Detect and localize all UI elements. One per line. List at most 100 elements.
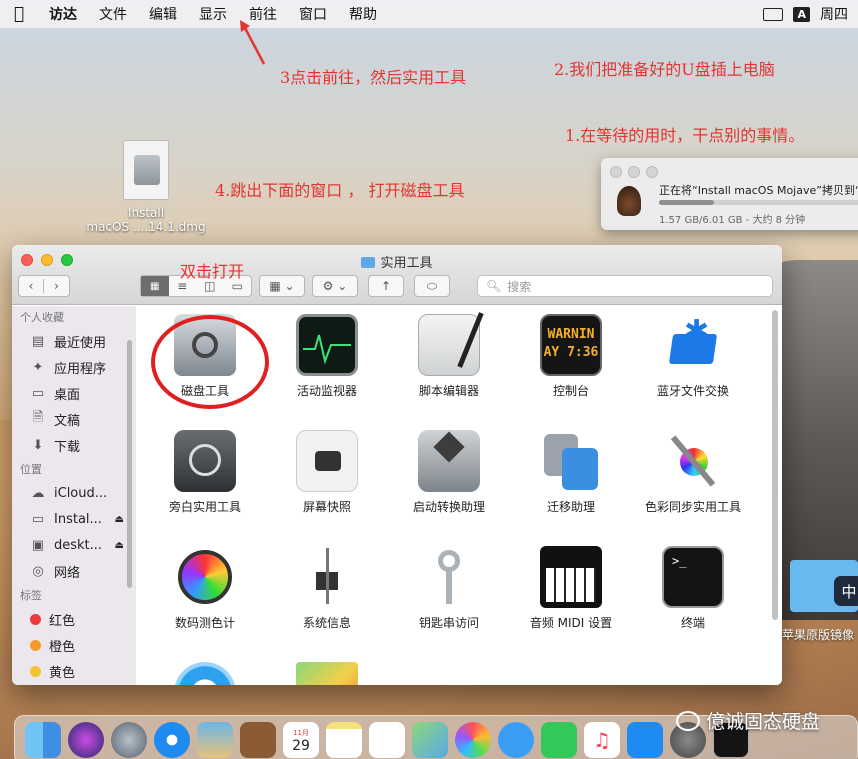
sidebar-tag-yellow[interactable]: 黄色	[12, 658, 136, 684]
console-text: AY 7:36	[543, 345, 599, 360]
dmg-label-line1: Install	[127, 206, 165, 220]
icon-view-icon[interactable]: ▦	[141, 276, 169, 296]
desktop-icon: ▭	[31, 385, 45, 401]
tag-dot-icon	[30, 665, 41, 677]
finder-dock-icon[interactable]	[25, 722, 61, 758]
keychain-icon	[418, 546, 480, 608]
app-bluetooth-file-exchange[interactable]: ✱ 蓝牙文件交换	[632, 314, 754, 399]
desktop-dmg-file[interactable]: Install macOS ....14.1.dmg	[86, 140, 206, 234]
app-voiceover-utility[interactable]: 旁白实用工具	[144, 430, 266, 515]
app-boot-camp-assistant[interactable]: 启动转换助理	[388, 430, 510, 515]
eject-icon[interactable]: ⏏	[115, 514, 124, 525]
annotation-circle	[151, 315, 269, 409]
photos-eagle-icon[interactable]	[197, 722, 233, 758]
search-field[interactable]: 🔍︎ 搜索	[477, 275, 773, 297]
action-button[interactable]: ⚙ ⌄	[312, 275, 358, 297]
dmg-file-icon	[123, 140, 169, 200]
app-partial-grapher[interactable]	[266, 662, 388, 685]
ime-badge[interactable]: 中	[834, 576, 858, 606]
recents-icon: ▤	[31, 333, 45, 349]
sidebar-item-recents[interactable]: ▤ 最近使用	[12, 328, 136, 354]
wechat-icon	[676, 710, 700, 731]
eject-icon[interactable]: ⏏	[115, 540, 124, 551]
back-forward-control[interactable]: ‹ ›	[18, 275, 70, 297]
app-partial-wifi[interactable]	[144, 662, 266, 685]
app-migration-assistant[interactable]: 迁移助理	[510, 430, 632, 515]
annotation-step3: 3点击前往，然后实用工具	[280, 68, 467, 87]
copy-progress-status: 1.57 GB/6.01 GB - 大约 8 分钟	[659, 215, 806, 226]
annotation-double-click: 双击打开	[180, 262, 245, 281]
app-label: 色彩同步实用工具	[644, 500, 741, 514]
app-label: 迁移助理	[546, 500, 595, 514]
gear-icon: ⚙ ⌄	[322, 279, 348, 293]
menu-edit[interactable]: 编辑	[138, 4, 188, 24]
annotation-step4: 4.跳出下面的窗口 ， 打开磁盘工具	[215, 181, 465, 200]
facetime-icon[interactable]	[541, 722, 577, 758]
reminders-icon[interactable]	[369, 722, 405, 758]
app-terminal[interactable]: >_ 终端	[632, 546, 754, 631]
back-icon[interactable]: ‹	[19, 279, 45, 293]
sidebar-item-install-volume[interactable]: ▭ Instal... ⏏	[12, 506, 136, 532]
migration-assistant-icon	[540, 430, 602, 492]
app-audio-midi-setup[interactable]: 音频 MIDI 设置	[510, 546, 632, 631]
apple-menu-icon[interactable]: 	[0, 4, 38, 24]
input-source-badge[interactable]: A	[793, 6, 810, 22]
siri-icon[interactable]	[68, 722, 104, 758]
tags-button[interactable]: ⬭	[414, 275, 450, 297]
sidebar-item-documents[interactable]: 🗎︎ 文稿	[12, 406, 136, 432]
tag-dot-icon	[30, 613, 41, 625]
sidebar-item-applications[interactable]: ✦ 应用程序	[12, 354, 136, 380]
menubar-clock[interactable]: 周四	[820, 4, 848, 24]
annotation-arrow-icon	[240, 20, 266, 65]
maps-icon[interactable]	[412, 722, 448, 758]
sidebar-scrollbar[interactable]	[127, 340, 132, 588]
notes-icon[interactable]	[326, 722, 362, 758]
app-label: 钥匙串访问	[418, 616, 479, 630]
contacts-icon[interactable]	[240, 722, 276, 758]
annotation-step2: 2.我们把准备好的U盘插上电脑	[554, 60, 775, 79]
sidebar-item-desktop[interactable]: ▭ 桌面	[12, 380, 136, 406]
app-digital-color-meter[interactable]: 数码测色计	[144, 546, 266, 631]
app-script-editor[interactable]: 脚本编辑器	[388, 312, 510, 399]
menubar:  访达 文件 编辑 显示 前往 窗口 帮助 A 周四	[0, 0, 858, 28]
dmg-label-line2: macOS ....14.1.dmg	[86, 220, 206, 234]
menu-file[interactable]: 文件	[88, 4, 138, 24]
app-colorsync-utility[interactable]: 色彩同步实用工具	[632, 430, 754, 515]
screen-mirroring-icon[interactable]	[763, 7, 784, 21]
safari-icon[interactable]	[154, 722, 190, 758]
messages-icon[interactable]	[498, 722, 534, 758]
group-button[interactable]: ▦ ⌄	[259, 275, 305, 297]
sidebar-item-icloud[interactable]: ☁ iCloud...	[12, 480, 136, 506]
menu-view[interactable]: 显示	[188, 4, 238, 24]
menu-finder[interactable]: 访达	[38, 4, 88, 24]
forward-icon[interactable]: ›	[44, 279, 69, 293]
screenshot-icon	[296, 430, 358, 492]
system-information-icon	[296, 546, 358, 608]
menu-help[interactable]: 帮助	[338, 4, 388, 24]
app-screenshot[interactable]: 屏幕快照	[266, 430, 388, 515]
share-button[interactable]: ↑	[368, 275, 404, 297]
photos-icon[interactable]	[455, 722, 491, 758]
sidebar-item-network[interactable]: ◎ 网络	[12, 558, 136, 584]
sidebar-tag-red[interactable]: 红色	[12, 606, 136, 632]
app-system-information[interactable]: 系统信息	[266, 546, 388, 631]
finder-sidebar: 个人收藏 ▤ 最近使用 ✦ 应用程序 ▭ 桌面 🗎︎ 文稿 ⬇ 下载 位置 ☁ iCloud…	[12, 306, 136, 685]
grid-scrollbar[interactable]	[772, 310, 778, 620]
app-console[interactable]: WARNIN AY 7:36 控制台	[510, 314, 632, 399]
app-keychain-access[interactable]: 钥匙串访问	[388, 546, 510, 631]
applications-icon: ✦	[32, 359, 44, 375]
sidebar-tag-orange[interactable]: 橙色	[12, 632, 136, 658]
app-label: 屏幕快照	[302, 500, 351, 514]
documents-icon: 🗎︎	[32, 410, 44, 425]
color-meter-icon	[174, 546, 236, 608]
launchpad-icon[interactable]	[111, 722, 147, 758]
grapher-icon	[296, 662, 358, 685]
menu-window[interactable]: 窗口	[288, 4, 338, 24]
tag-icon: ⬭	[426, 278, 438, 293]
calendar-icon[interactable]: 11月 29	[283, 722, 319, 758]
music-icon[interactable]: ♫	[584, 722, 620, 758]
app-store-icon[interactable]	[627, 722, 663, 758]
app-activity-monitor[interactable]: 活动监视器	[266, 314, 388, 399]
sidebar-item-desktop-volume[interactable]: ▣ deskt... ⏏	[12, 532, 136, 558]
sidebar-item-downloads[interactable]: ⬇ 下载	[12, 432, 136, 458]
